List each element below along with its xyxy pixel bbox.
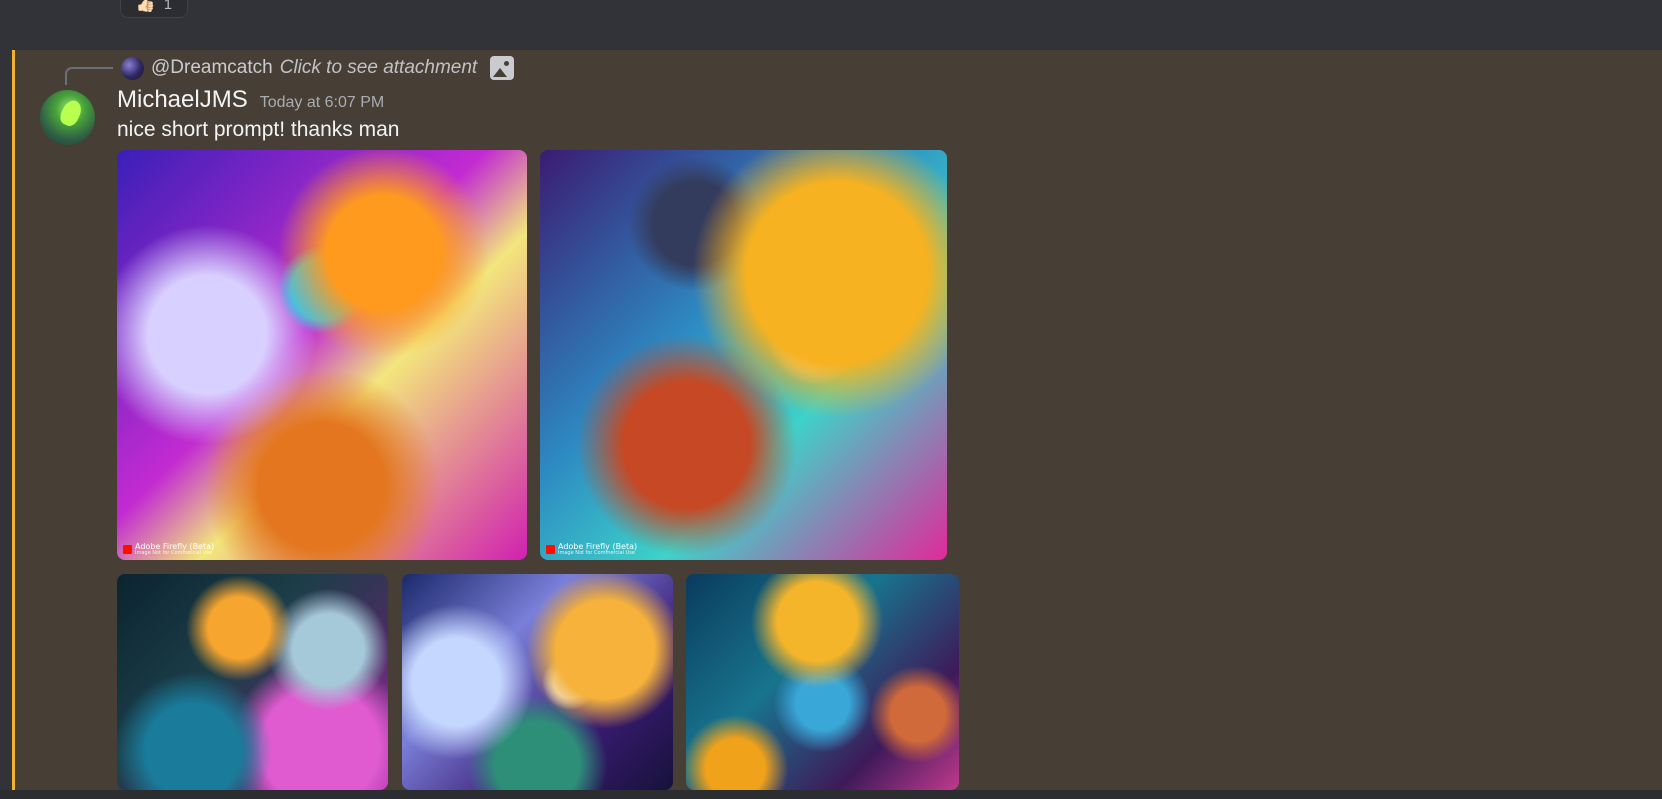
reply-username[interactable]: @Dreamcatch bbox=[151, 57, 273, 79]
attachment-image[interactable] bbox=[402, 574, 673, 790]
watermark-sublabel: Image Not for Commercial Use bbox=[135, 550, 212, 556]
message-header: MichaelJMS Today at 6:07 PM bbox=[117, 86, 384, 114]
avatar[interactable] bbox=[40, 90, 95, 145]
firefly-watermark: Adobe Firefly (Beta) Image Not for Comme… bbox=[546, 543, 637, 556]
previous-message-area: 👍🏻 1 bbox=[0, 0, 1662, 50]
adobe-logo-icon bbox=[123, 545, 132, 554]
reply-reference[interactable]: @Dreamcatch Click to see attachment bbox=[121, 54, 515, 82]
watermark-sublabel: Image Not for Commercial Use bbox=[558, 550, 635, 556]
message-content: nice short prompt! thanks man bbox=[117, 118, 400, 141]
thumbs-up-emoji-icon: 👍🏻 bbox=[135, 0, 156, 13]
horizontal-scrollbar[interactable] bbox=[0, 790, 1662, 799]
attachment-image[interactable]: Adobe Firefly (Beta) Image Not for Comme… bbox=[117, 150, 527, 560]
message-highlighted: @Dreamcatch Click to see attachment Mich… bbox=[12, 50, 1662, 790]
reply-spine bbox=[65, 67, 113, 85]
attachment-image[interactable]: Adobe Firefly (Beta) Image Not for Comme… bbox=[540, 150, 947, 560]
message-timestamp[interactable]: Today at 6:07 PM bbox=[260, 94, 385, 112]
adobe-logo-icon bbox=[546, 545, 555, 554]
firefly-watermark: Adobe Firefly (Beta) Image Not for Comme… bbox=[123, 543, 214, 556]
image-icon bbox=[490, 56, 515, 80]
reaction-button[interactable]: 👍🏻 1 bbox=[120, 0, 188, 18]
author-username[interactable]: MichaelJMS bbox=[117, 86, 248, 114]
attachment-image[interactable] bbox=[117, 574, 388, 790]
reply-preview-text[interactable]: Click to see attachment bbox=[280, 57, 477, 79]
attachment-image[interactable] bbox=[686, 574, 959, 790]
reply-avatar[interactable] bbox=[121, 56, 144, 80]
reaction-count: 1 bbox=[163, 0, 173, 13]
